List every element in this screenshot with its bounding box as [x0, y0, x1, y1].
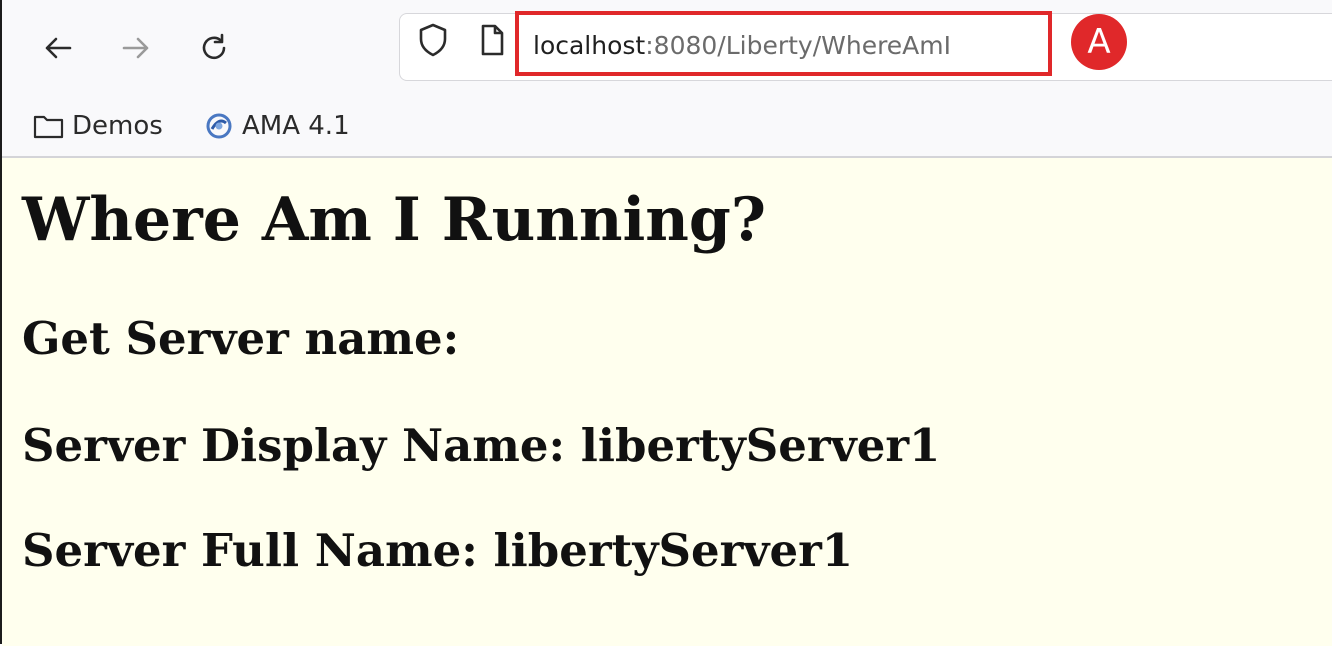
- back-button[interactable]: [36, 26, 80, 70]
- forward-arrow-icon: [118, 30, 154, 66]
- page-title: Where Am I Running?: [22, 185, 766, 255]
- folder-icon: [32, 111, 66, 141]
- server-full-name: Server Full Name: libertyServer1: [22, 524, 854, 577]
- bookmarks-toolbar: Demos AMA 4.1: [2, 96, 1332, 158]
- browser-toolbar: localhost:8080/Liberty/WhereAmI A: [2, 0, 1332, 96]
- bookmark-ama[interactable]: AMA 4.1: [202, 106, 350, 146]
- reload-button[interactable]: [192, 26, 236, 70]
- back-arrow-icon: [40, 30, 76, 66]
- bookmark-label: Demos: [72, 111, 163, 141]
- server-display-name: Server Display Name: libertyServer1: [22, 419, 941, 472]
- reload-icon: [196, 30, 232, 66]
- url-highlight-annotation: [515, 11, 1052, 76]
- page-content: Where Am I Running? Get Server name: Ser…: [2, 158, 1332, 646]
- get-server-name-heading: Get Server name:: [22, 312, 460, 365]
- page-icon[interactable]: [476, 20, 508, 60]
- shield-icon[interactable]: [416, 20, 450, 60]
- bookmark-label: AMA 4.1: [242, 111, 350, 141]
- forward-button[interactable]: [114, 26, 158, 70]
- annotation-badge: A: [1071, 14, 1127, 70]
- bookmark-demos[interactable]: Demos: [32, 106, 163, 146]
- ama-logo-icon: [202, 109, 236, 143]
